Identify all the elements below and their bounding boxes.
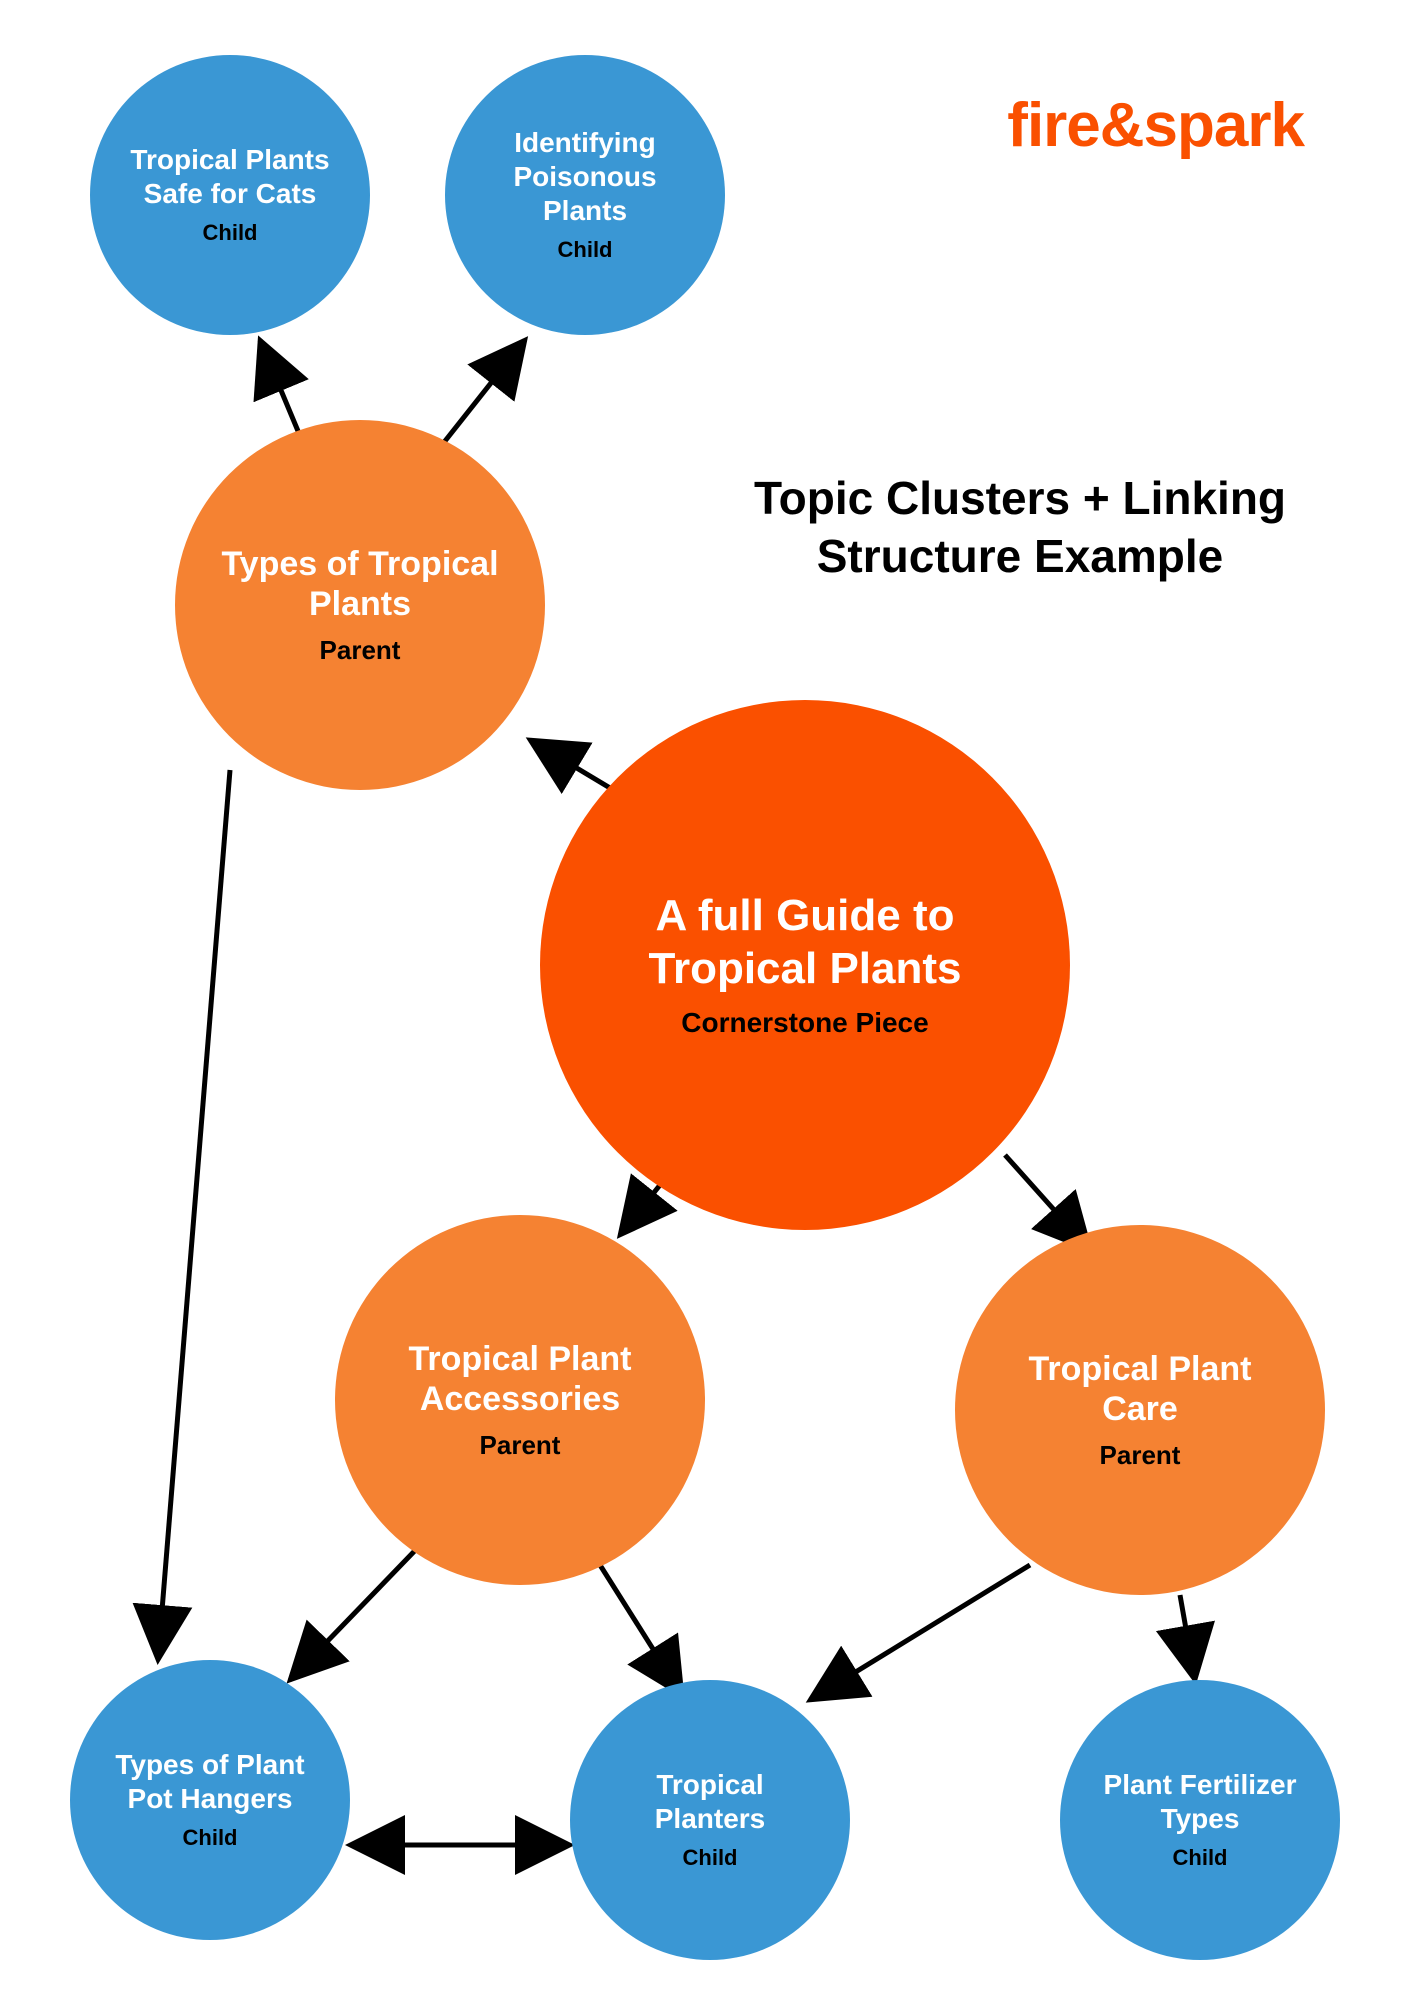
node-role: Child (183, 1825, 238, 1851)
node-parent-types: Types of Tropical Plants Parent (175, 420, 545, 790)
node-title: Tropical Plants Safe for Cats (122, 143, 338, 210)
node-role: Parent (480, 1430, 561, 1461)
node-parent-accessories: Tropical Plant Accessories Parent (335, 1215, 705, 1585)
diagram-title: Topic Clusters + Linking Structure Examp… (720, 470, 1320, 585)
node-child-poison: Identifying Poisonous Plants Child (445, 55, 725, 335)
node-title: Types of Tropical Plants (212, 544, 509, 626)
node-child-planters: Tropical Planters Child (570, 1680, 850, 1960)
node-role: Parent (1100, 1440, 1181, 1471)
node-role: Parent (320, 635, 401, 666)
node-role: Child (558, 237, 613, 263)
node-child-cats: Tropical Plants Safe for Cats Child (90, 55, 370, 335)
node-cornerstone: A full Guide to Tropical Plants Cornerst… (540, 700, 1070, 1230)
node-role: Child (1173, 1845, 1228, 1871)
node-title: Tropical Plant Accessories (372, 1339, 669, 1421)
diagram-canvas: fire&spark Topic Clusters + Linking Stru… (0, 0, 1414, 2000)
edge (158, 770, 230, 1660)
node-title: Tropical Plant Care (992, 1349, 1289, 1431)
node-child-hangers: Types of Plant Pot Hangers Child (70, 1660, 350, 1940)
node-parent-care: Tropical Plant Care Parent (955, 1225, 1325, 1595)
node-role: Child (203, 220, 258, 246)
node-title: Identifying Poisonous Plants (477, 126, 693, 227)
node-title: Tropical Planters (602, 1768, 818, 1835)
edge (600, 1565, 682, 1695)
node-role: Cornerstone Piece (681, 1006, 928, 1040)
edge (290, 1535, 430, 1680)
edge (810, 1565, 1030, 1700)
node-title: Plant Fertilizer Types (1092, 1768, 1308, 1835)
edge (1180, 1595, 1195, 1680)
node-title: Types of Plant Pot Hangers (102, 1748, 318, 1815)
node-title: A full Guide to Tropical Plants (585, 890, 1026, 996)
node-role: Child (683, 1845, 738, 1871)
logo: fire&spark (1007, 90, 1304, 161)
node-child-fertilizer: Plant Fertilizer Types Child (1060, 1680, 1340, 1960)
